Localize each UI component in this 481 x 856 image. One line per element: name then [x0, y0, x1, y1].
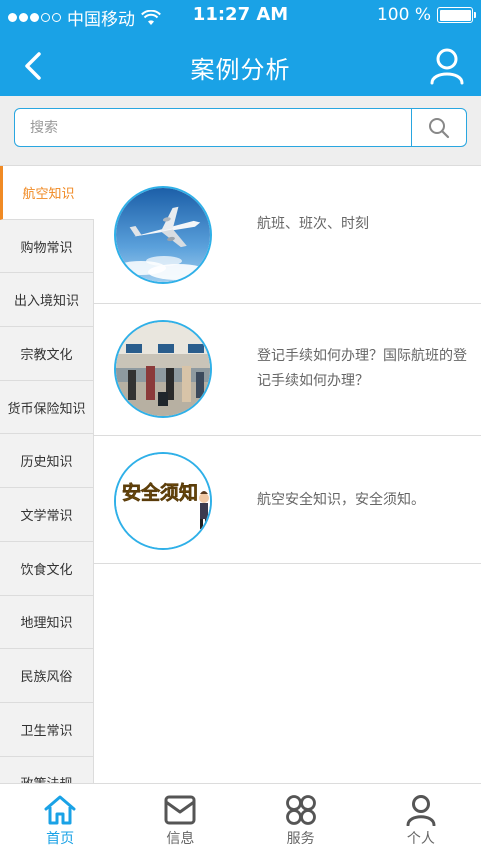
safety-notice-logo-text: 安全须知	[122, 481, 198, 504]
sidebar-item-label: 货币保险知识	[7, 401, 86, 417]
search-input[interactable]	[15, 109, 411, 146]
tab-messages[interactable]: 信息	[120, 784, 240, 856]
sidebar-item-label: 航空知识	[22, 186, 75, 202]
list-item[interactable]: 登记手续如何办理？国际航班的登记手续如何办理？	[94, 304, 481, 436]
user-icon	[430, 48, 464, 85]
sidebar-item-label: 地理知识	[20, 616, 73, 632]
sidebar-item-food-culture[interactable]: 饮食文化	[0, 541, 94, 596]
message-icon	[164, 795, 196, 825]
sidebar-item-aviation[interactable]: 航空知识	[0, 166, 94, 220]
sidebar-item-history[interactable]: 历史知识	[0, 434, 94, 489]
case-description: 登记手续如何办理？国际航班的登记手续如何办理？	[257, 348, 467, 389]
sidebar-item-label: 饮食文化	[20, 562, 73, 578]
search-button[interactable]	[411, 109, 466, 146]
tab-label: 服务	[286, 831, 315, 847]
home-icon	[44, 795, 76, 825]
sidebar-item-label: 购物常识	[20, 240, 73, 256]
sidebar-item-hygiene[interactable]: 卫生常识	[0, 702, 94, 757]
sidebar-item-label: 民族风俗	[20, 670, 73, 686]
search-box	[14, 108, 467, 147]
case-description: 航空安全知识，安全须知。	[257, 492, 425, 508]
tab-label: 信息	[166, 831, 195, 847]
tab-label: 个人	[406, 831, 435, 847]
status-bar: 中国移动 11:27 AM 100 %	[0, 0, 481, 30]
sidebar-item-label: 文学常识	[20, 508, 73, 524]
sidebar-item-currency-insurance[interactable]: 货币保险知识	[0, 380, 94, 435]
profile-button[interactable]	[427, 44, 467, 88]
sidebar-item-shopping[interactable]: 购物常识	[0, 219, 94, 274]
sidebar-item-immigration[interactable]: 出入境知识	[0, 273, 94, 328]
sidebar-item-label: 政策法规	[20, 773, 72, 783]
tab-label: 首页	[46, 831, 75, 847]
sidebar-item-label: 宗教文化	[20, 347, 73, 363]
tab-profile[interactable]: 个人	[361, 784, 481, 856]
battery-icon	[437, 7, 476, 23]
sidebar-item-label: 历史知识	[20, 455, 73, 471]
category-sidebar: 航空知识 购物常识 出入境知识 宗教文化 货币保险知识 历史知识 文学常识 饮食…	[0, 166, 94, 783]
case-list: 航班、班次、时刻 登记手续如何办理？国际航班的登记手续如何办理？ 安全须知 航空…	[94, 166, 481, 783]
list-item[interactable]: 安全须知 航空安全知识，安全须知。	[94, 436, 481, 564]
services-icon	[285, 795, 316, 825]
tab-services[interactable]: 服务	[241, 784, 361, 856]
search-bar-area	[0, 96, 481, 166]
sidebar-item-geography[interactable]: 地理知识	[0, 595, 94, 650]
sidebar-item-religion[interactable]: 宗教文化	[0, 327, 94, 381]
sidebar-item-policy[interactable]: 政策法规	[0, 756, 94, 783]
sidebar-item-literature[interactable]: 文学常识	[0, 488, 94, 542]
list-item[interactable]: 航班、班次、时刻	[94, 166, 481, 304]
battery-percent: 100 %	[376, 5, 431, 25]
safety-notice-thumbnail: 安全须知	[114, 452, 212, 550]
nav-bar: 案例分析	[0, 36, 481, 96]
airplane-thumbnail	[114, 186, 212, 284]
page-title: 案例分析	[190, 56, 291, 84]
case-description: 航班、班次、时刻	[257, 216, 369, 232]
sidebar-item-label: 卫生常识	[20, 723, 73, 739]
person-icon	[406, 795, 436, 826]
tab-home[interactable]: 首页	[0, 784, 120, 856]
check-in-counter-thumbnail	[114, 320, 212, 418]
bottom-tab-bar: 首页 信息 服务 个人	[0, 783, 481, 856]
battery-status: 100 %	[376, 5, 476, 25]
search-icon	[429, 117, 450, 138]
sidebar-item-label: 出入境知识	[13, 294, 79, 310]
sidebar-item-customs[interactable]: 民族风俗	[0, 649, 94, 703]
app-header: 中国移动 11:27 AM 100 % 案例分析	[0, 0, 481, 96]
